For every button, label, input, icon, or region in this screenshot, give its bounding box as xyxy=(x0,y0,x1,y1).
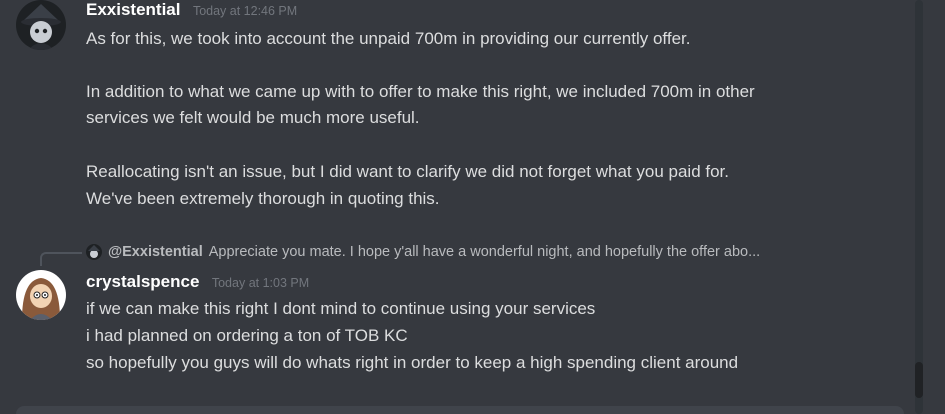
message-input-bar[interactable] xyxy=(16,406,904,414)
message-line: We've been extremely thorough in quoting… xyxy=(86,189,440,208)
message-line: As for this, we took into account the un… xyxy=(86,29,691,48)
timestamp: Today at 1:03 PM xyxy=(211,276,310,290)
username[interactable]: Exxistential xyxy=(86,0,181,19)
reply-avatar xyxy=(86,244,102,260)
reply-preview: Appreciate you mate. I hope y'all have a… xyxy=(208,244,761,260)
message-header: crystalspence Today at 1:03 PM xyxy=(86,272,309,292)
message-line: i had planned on ordering a ton of TOB K… xyxy=(86,326,408,345)
avatar[interactable] xyxy=(16,0,66,50)
avatar[interactable] xyxy=(16,270,66,320)
username[interactable]: crystalspence xyxy=(86,272,199,291)
timestamp: Today at 12:46 PM xyxy=(192,4,298,18)
reply-spine xyxy=(40,252,82,266)
reply-mention[interactable]: @Exxistential xyxy=(108,244,203,260)
message-header: Exxistential Today at 12:46 PM xyxy=(86,0,297,20)
reply-reference[interactable]: @Exxistential Appreciate you mate. I hop… xyxy=(86,242,760,262)
scrollbar-thumb[interactable] xyxy=(915,362,923,398)
message-line: if we can make this right I dont mind to… xyxy=(86,299,596,318)
message-line: Reallocating isn't an issue, but I did w… xyxy=(86,162,729,181)
message-line: services we felt would be much more usef… xyxy=(86,108,420,127)
message-line: so hopefully you guys will do whats righ… xyxy=(86,353,739,372)
scrollbar-track[interactable] xyxy=(915,0,923,414)
message-line: In addition to what we came up with to o… xyxy=(86,82,755,101)
